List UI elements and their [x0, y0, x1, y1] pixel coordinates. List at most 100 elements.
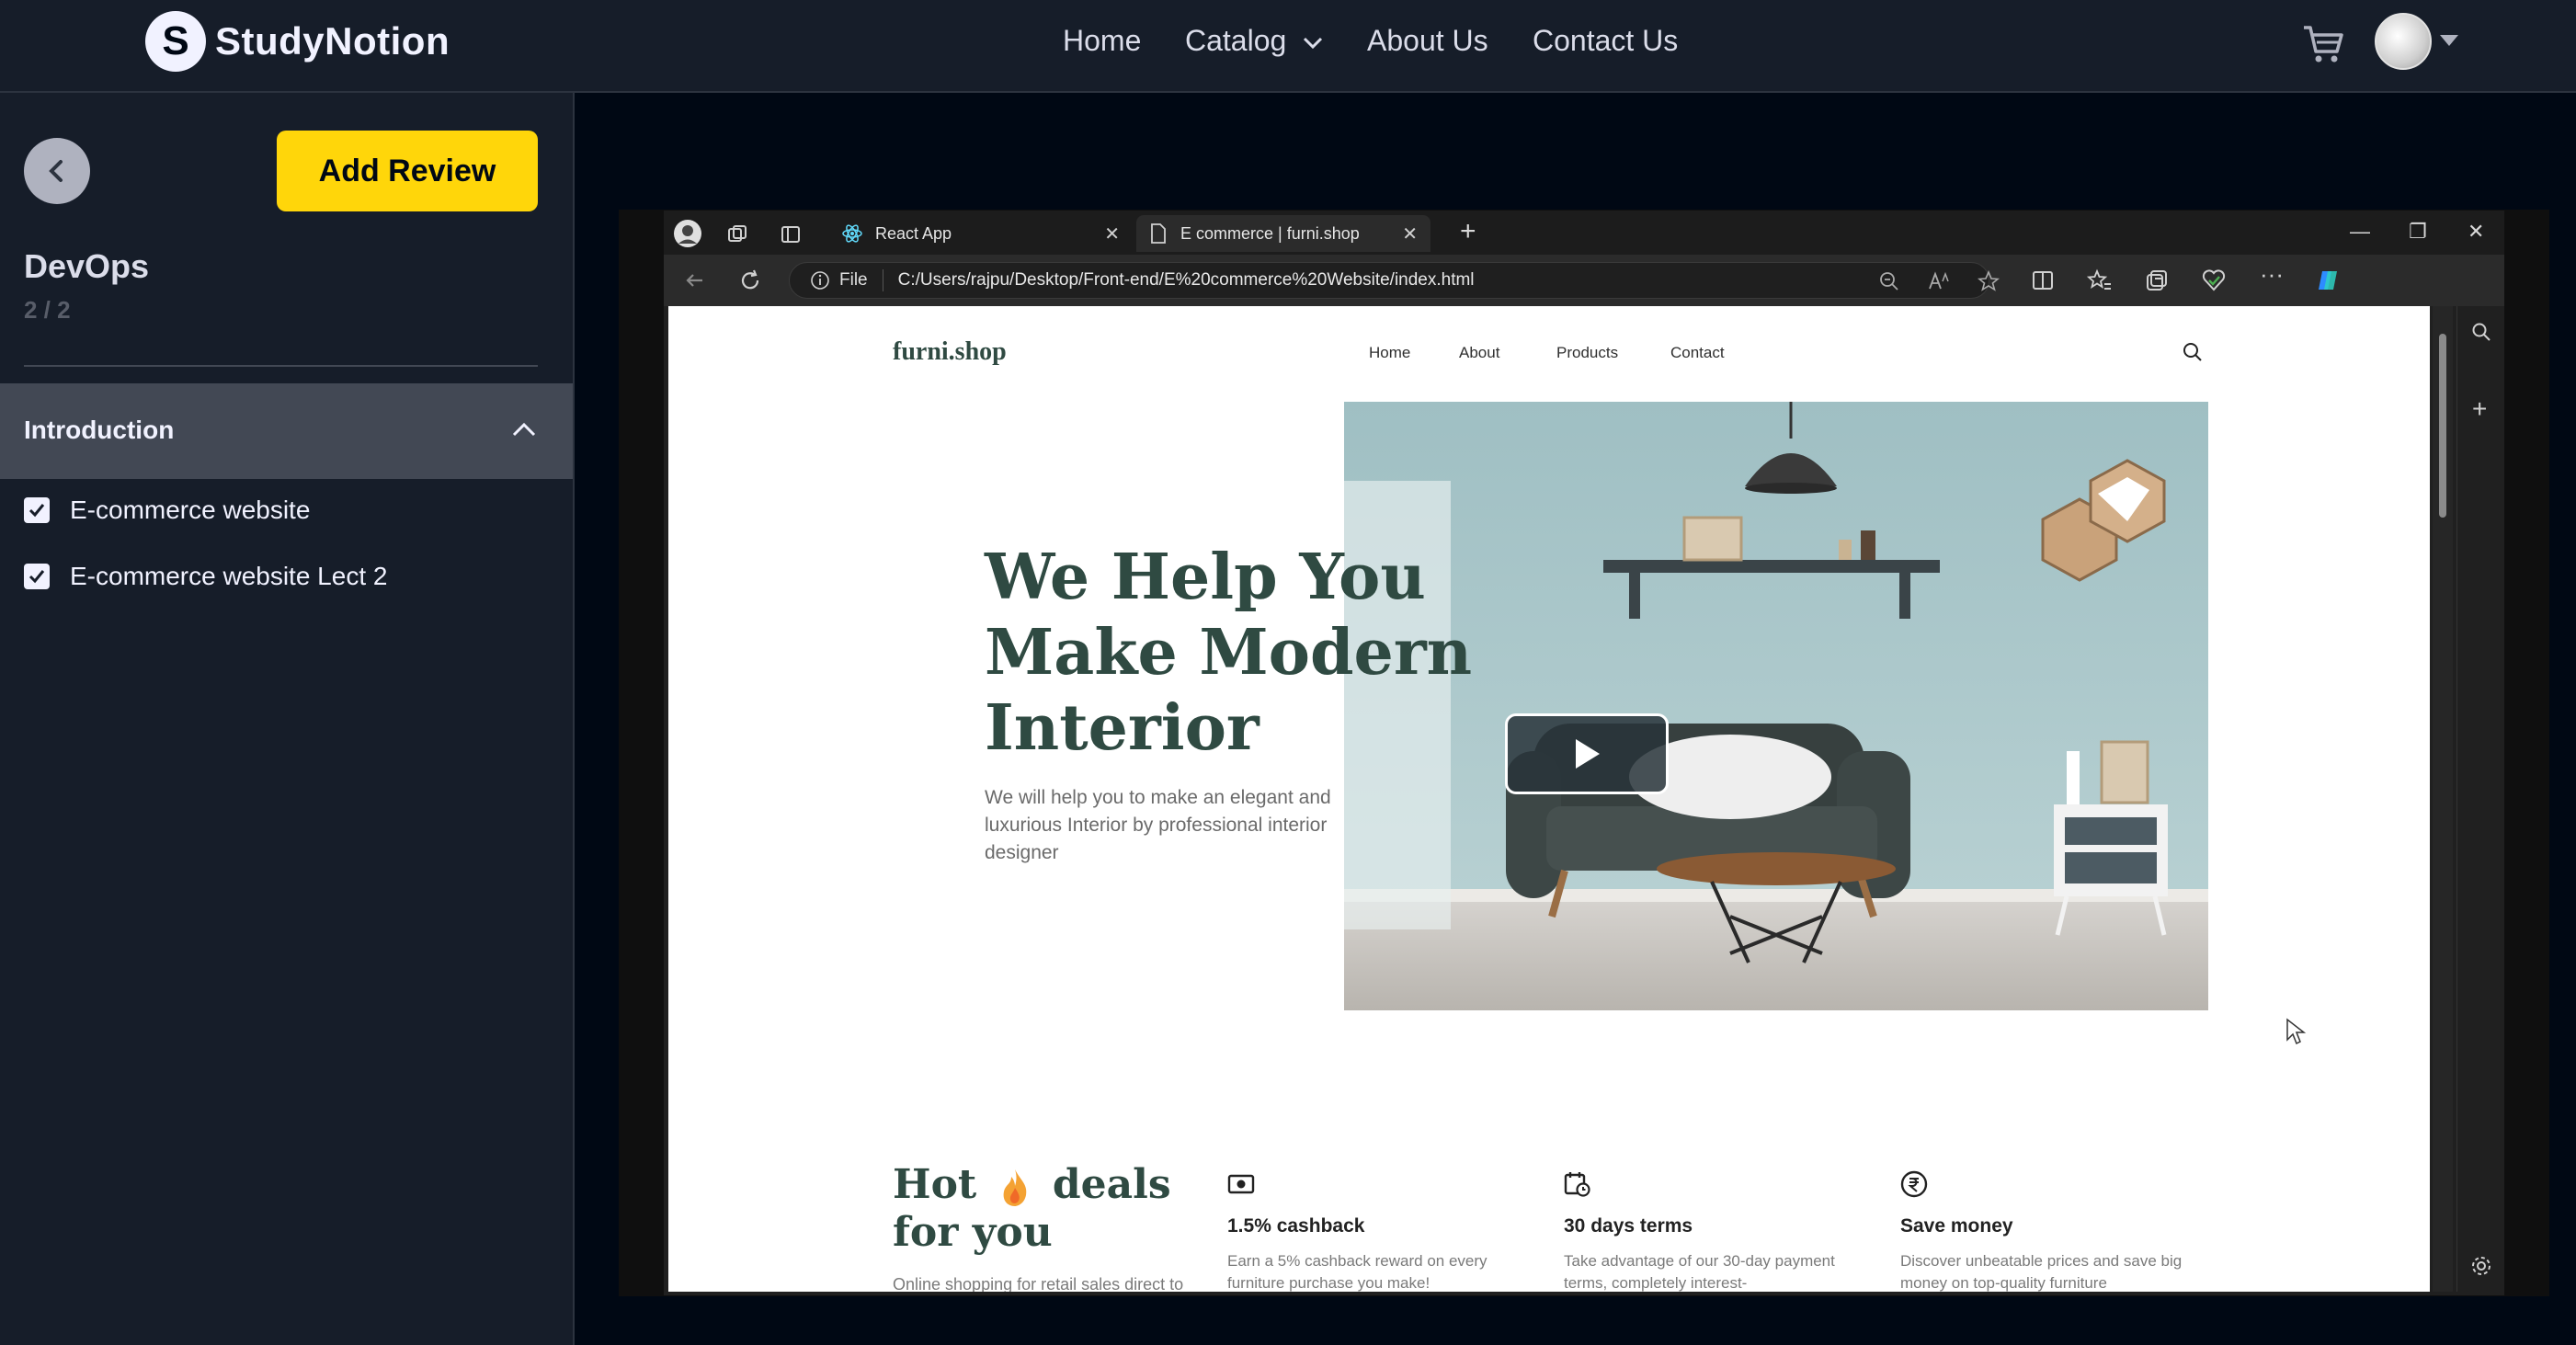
furni-logo[interactable]: furni.shop: [893, 337, 1007, 367]
furni-nav-about[interactable]: About: [1459, 344, 1499, 362]
feature-title: 30 days terms: [1564, 1215, 1693, 1237]
feature-description: Take advantage of our 30-day payment ter…: [1564, 1252, 1835, 1292]
address-prefix: File: [839, 270, 868, 290]
add-icon[interactable]: +: [2472, 394, 2487, 424]
feature-cashback: 1.5% cashback Earn a 5% cashback reward …: [1227, 1170, 1522, 1292]
hero-description: We will help you to make an elegant and …: [985, 787, 1331, 863]
checkbox[interactable]: [24, 497, 50, 523]
nav-catalog-link[interactable]: Catalog: [1185, 24, 1324, 58]
section-header-introduction[interactable]: Introduction: [0, 383, 573, 479]
logo-mark: S: [145, 11, 206, 72]
hero-title: We Help You Make Modern Interior: [985, 541, 1473, 765]
top-navbar: S StudyNotion Home Catalog About Us Cont…: [0, 0, 2576, 93]
nav-home-link[interactable]: Home: [1063, 24, 1141, 58]
check-icon: [28, 504, 45, 518]
file-icon: [1151, 223, 1166, 244]
chevron-left-icon: [49, 160, 63, 182]
feature-save-money: Save money Discover unbeatable prices an…: [1900, 1170, 2194, 1292]
tab-label: E commerce | furni.shop: [1180, 223, 1360, 243]
close-icon[interactable]: ✕: [1402, 222, 1418, 245]
feature-description: Earn a 5% cashback reward on every furni…: [1227, 1252, 1487, 1292]
studynotion-logo[interactable]: S StudyNotion: [145, 11, 450, 72]
rupee-icon: [1900, 1170, 1928, 1198]
cash-icon: [1227, 1174, 1255, 1194]
feature-description: Discover unbeatable prices and save big …: [1900, 1252, 2183, 1292]
copilot-icon[interactable]: [2315, 268, 2341, 293]
hot-deals-description: Online shopping for retail sales direct …: [893, 1275, 1184, 1292]
chevron-up-icon: [512, 422, 536, 437]
info-icon[interactable]: [810, 270, 830, 291]
more-options-icon[interactable]: ···: [2260, 260, 2284, 289]
lecture-label: E-commerce website: [70, 496, 311, 524]
browser-tab-react-app[interactable]: React App ✕: [829, 215, 1133, 252]
cart-icon[interactable]: [2300, 20, 2346, 66]
feature-title: 1.5% cashback: [1227, 1215, 1365, 1237]
profile-icon: [674, 220, 701, 247]
course-title: DevOps: [24, 247, 150, 285]
caret-down-icon[interactable]: [2440, 35, 2458, 46]
nav-catalog-label: Catalog: [1185, 24, 1287, 57]
logo-text: StudyNotion: [215, 19, 450, 63]
video-play-button[interactable]: [1505, 713, 1669, 794]
react-icon: [842, 224, 862, 243]
collections-icon[interactable]: [2144, 268, 2170, 293]
calendar-icon: [1564, 1172, 1590, 1197]
fire-icon: [1003, 1168, 1026, 1206]
nav-about-link[interactable]: About Us: [1367, 24, 1488, 58]
hot-word: Hot: [893, 1161, 977, 1208]
deals-word: deals: [1052, 1161, 1171, 1208]
search-icon[interactable]: [2182, 341, 2204, 363]
furni-nav-home[interactable]: Home: [1369, 344, 1410, 362]
window-close-icon[interactable]: ✕: [2468, 220, 2484, 244]
chevron-down-icon: [1304, 37, 1323, 49]
user-avatar[interactable]: [2375, 13, 2432, 70]
play-icon: [1576, 739, 1600, 769]
browser-sidebar-rail: +: [2456, 306, 2504, 1292]
checkbox[interactable]: [24, 564, 50, 589]
zoom-icon[interactable]: [1878, 270, 1900, 292]
read-aloud-icon[interactable]: [1928, 270, 1952, 292]
nav-contact-link[interactable]: Contact Us: [1533, 24, 1678, 58]
section-title: Introduction: [24, 416, 175, 444]
lecture-item[interactable]: E-commerce website: [24, 496, 310, 525]
course-sidebar: Add Review DevOps 2 / 2 Introduction E-c…: [0, 93, 575, 1345]
refresh-icon[interactable]: [737, 268, 763, 293]
favorites-icon[interactable]: [2087, 268, 2113, 293]
browser-toolbar: File C:/Users/rajpu/Desktop/Front-end/E%…: [664, 255, 2504, 306]
video-browser-window: React App ✕ E commerce | furni.shop ✕ + …: [664, 211, 2504, 1295]
address-url: C:/Users/rajpu/Desktop/Front-end/E%20com…: [897, 270, 1475, 290]
scroll-thumb[interactable]: [2439, 334, 2446, 518]
close-icon[interactable]: ✕: [1104, 222, 1120, 245]
add-review-button[interactable]: Add Review: [277, 131, 538, 211]
course-progress: 2 / 2: [24, 296, 71, 324]
sidebar-divider: [24, 365, 538, 367]
new-tab-icon[interactable]: +: [1460, 216, 1476, 247]
favorite-star-icon[interactable]: [1978, 270, 2000, 292]
for-you-word: for you: [893, 1209, 1053, 1256]
feature-title: Save money: [1900, 1215, 2013, 1237]
restore-icon[interactable]: ❐: [2409, 220, 2427, 244]
gear-icon[interactable]: [2470, 1255, 2492, 1277]
workspaces-icon: [728, 225, 747, 242]
lecture-label: E-commerce website Lect 2: [70, 562, 388, 590]
split-screen-icon[interactable]: [2030, 268, 2056, 293]
lecture-item[interactable]: E-commerce website Lect 2: [24, 562, 387, 591]
check-icon: [28, 570, 45, 584]
minimize-icon[interactable]: —: [2350, 220, 2370, 244]
browser-tab-furni-shop[interactable]: E commerce | furni.shop ✕: [1136, 215, 1430, 252]
page-scrollbar[interactable]: [2433, 306, 2453, 1292]
address-bar[interactable]: File C:/Users/rajpu/Desktop/Front-end/E%…: [789, 262, 2000, 299]
back-arrow-icon[interactable]: [682, 268, 708, 293]
search-icon[interactable]: [2470, 321, 2492, 343]
app-root: S StudyNotion Home Catalog About Us Cont…: [0, 0, 2576, 1345]
mouse-cursor-icon: [2286, 1018, 2307, 1045]
tab-actions-icon: [781, 226, 800, 243]
furni-webpage: furni.shop Home About Products Contact W…: [668, 306, 2430, 1292]
tab-label: React App: [875, 223, 952, 243]
feature-30-days: 30 days terms Take advantage of our 30-d…: [1564, 1170, 1858, 1292]
browser-essentials-icon[interactable]: [2201, 268, 2227, 293]
furni-nav-contact[interactable]: Contact: [1670, 344, 1725, 362]
back-button[interactable]: [24, 138, 90, 204]
furni-nav-products[interactable]: Products: [1556, 344, 1618, 362]
hot-deals-title: Hot deals for you: [893, 1161, 1171, 1257]
